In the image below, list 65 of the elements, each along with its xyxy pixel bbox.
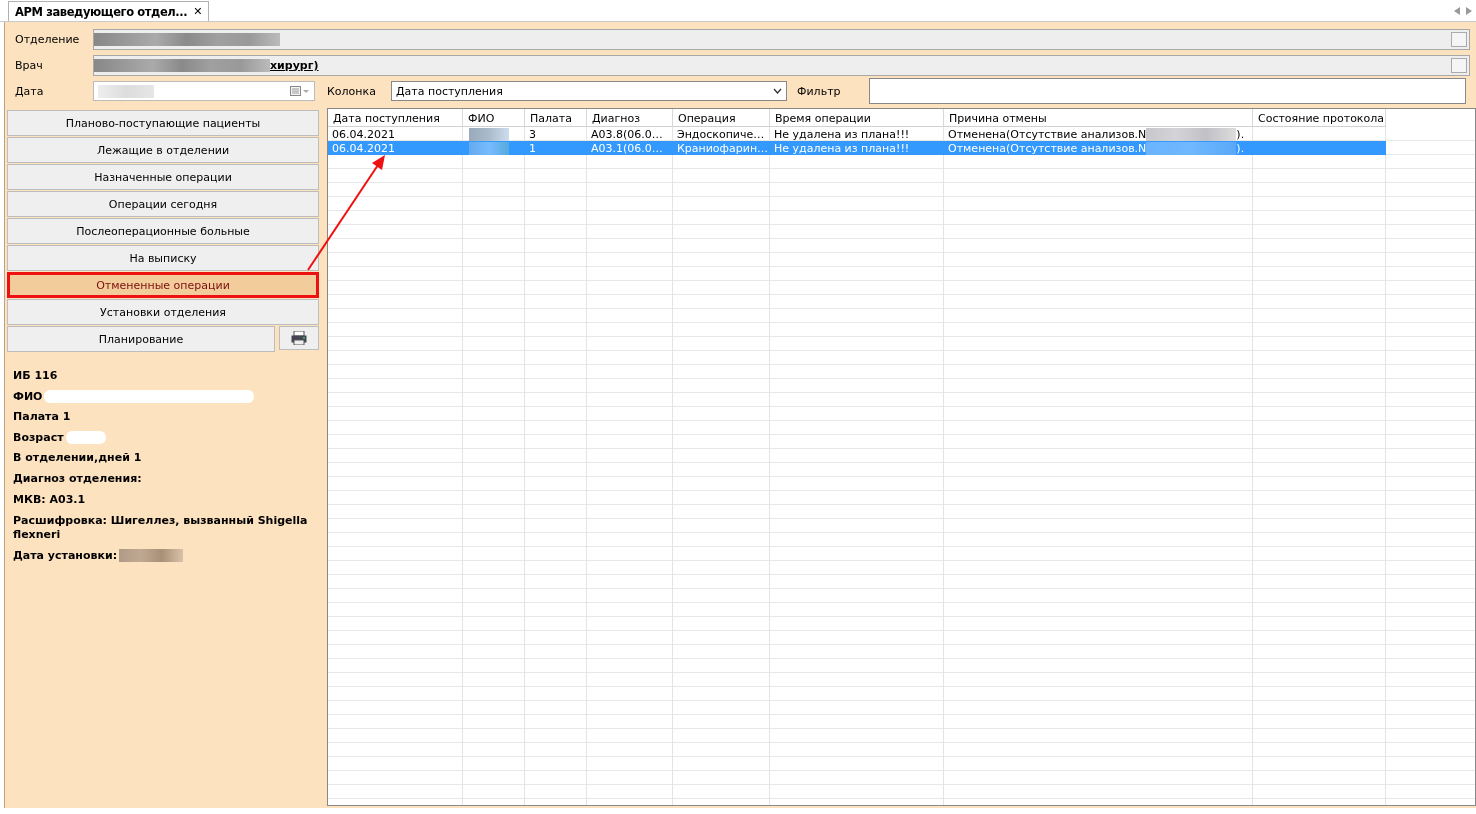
table-cell-text: 3 [528,127,537,141]
nav-button[interactable]: Отмененные операции [7,272,319,298]
patient-info-text: Возраст [13,431,64,444]
patient-info-text: МКВ: A03.1 [13,493,86,506]
table-cell-text: 1 [528,141,537,155]
printer-icon [291,331,307,345]
column-header[interactable]: Время операции [770,109,944,127]
patient-info-text: ИБ 116 [13,369,58,382]
patient-info-text: Дата установки: [13,549,118,562]
column-dropdown[interactable]: Дата поступления [391,81,787,101]
filter-field[interactable] [869,78,1466,104]
close-icon[interactable]: ✕ [193,5,203,18]
patient-info-text: ФИО [13,390,43,403]
column-header[interactable]: Дата поступления [328,109,463,127]
doctor-field[interactable]: хирург) [93,54,1470,76]
table-cell-text: 06.04.2021 [331,127,396,141]
column-label: Колонка [327,84,377,98]
nav-button[interactable]: Лежащие в отделении [7,137,319,163]
redaction-block [98,84,154,98]
document-tab[interactable]: АРМ заведующего отдел... ✕ [8,1,210,21]
scroll-right-icon[interactable] [1466,7,1472,15]
column-header[interactable]: Диагноз [587,109,673,127]
department-field[interactable] [93,28,1470,50]
nav-button[interactable]: Операции сегодня [7,191,319,217]
table-cell: Отменена(Отсутствие анализов.N [948,127,1147,141]
table-row[interactable]: 06.04.2021 3 A03.8(06.0… Эндоскопиче… Не удалена из плана!!! Отменена(Отсутствие анализов.N ). [328,127,1386,141]
planning-button[interactable]: Планирование [7,326,275,352]
nav-button[interactable]: Назначенные операции [7,164,319,190]
department-label: Отделение [15,32,81,46]
column-header[interactable]: Палата [525,109,587,127]
filter-label: Фильтр [797,84,842,98]
column-header[interactable]: Состояние протокола [1253,109,1386,127]
patient-info-text: В отделении,дней 1 [13,451,142,464]
chevron-icon [773,88,782,94]
nav-button[interactable]: На выписку [7,245,319,271]
table-cell-text: Не удалена из плана!!! [773,141,911,155]
browse-button[interactable] [1451,57,1467,73]
table-cell-text: A03.1(06.0… [590,141,664,155]
patient-info-text: Расшифровка: Шигеллез, вызванный Shigella flexneri [13,514,308,541]
redaction-block [469,127,509,141]
patient-info-text: Палата 1 [13,410,71,423]
patient-info-text: Диагноз отделения: [13,472,142,485]
table-cell-text: Не удалена из плана!!! [773,127,911,141]
table-cell-text: Эндоскопиче… [676,127,766,141]
redaction-block [469,141,509,155]
table-cell: Отменена(Отсутствие анализов.N [948,141,1147,155]
nav-button[interactable]: Планово-поступающие пациенты [7,110,319,136]
table-cell-text: 06.04.2021 [331,141,396,155]
date-field[interactable] [93,81,315,101]
printer-button[interactable] [279,326,319,350]
browse-button[interactable] [1451,31,1467,47]
nav-button[interactable]: Установки отделения [7,299,319,325]
column-header[interactable]: ФИО [463,109,525,127]
table-cell-text: Краниофарин… [676,141,770,155]
date-label: Дата [15,84,45,98]
nav-button[interactable]: Послеоперационные больные [7,218,319,244]
table-cell: ). [1236,127,1245,141]
doctor-label: Врач [15,58,44,72]
column-header[interactable]: Операция [673,109,770,127]
scroll-left-icon[interactable] [1454,7,1460,15]
tab-title: АРМ заведующего отдел... [15,4,188,19]
table-cell-text: A03.8(06.0… [590,127,664,141]
column-header[interactable]: Причина отмены [944,109,1253,127]
calendar-icon[interactable] [290,86,310,96]
table-cell: ). [1236,141,1245,155]
